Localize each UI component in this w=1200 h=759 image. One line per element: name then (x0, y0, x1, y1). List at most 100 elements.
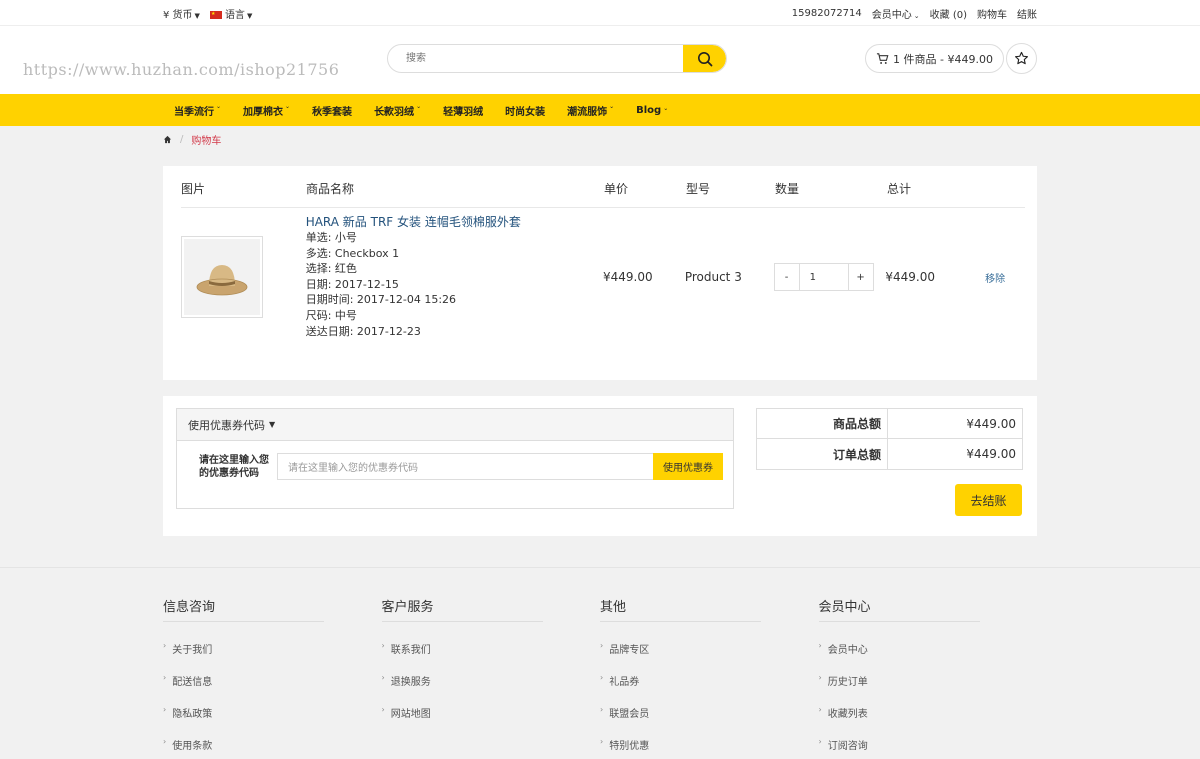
footer-heading: 其他 (600, 596, 761, 622)
footer-link[interactable]: › 特别优惠 (600, 728, 819, 759)
totals-table: 商品总额 ¥449.00 订单总额 ¥449.00 (756, 408, 1023, 470)
footer-link[interactable]: › 订阅咨询 (819, 728, 1038, 759)
chevron-right-icon: › (381, 672, 385, 682)
footer-link[interactable]: › 网站地图 (382, 696, 601, 728)
china-flag-icon (209, 10, 222, 19)
footer-link[interactable]: › 隐私政策 (163, 696, 382, 728)
qty-input[interactable]: 1 (798, 264, 849, 290)
footer-link[interactable]: › 礼品券 (600, 664, 819, 696)
product-option: 尺码: 中号 (305, 308, 357, 322)
chevron-down-icon: ⌄ (609, 102, 615, 110)
nav-item-1[interactable]: 当季流行⌄ (163, 103, 232, 118)
coupon-box: 使用优惠券代码 ▼ 请在这里输入您的优惠券代码 请在这里输入您的优惠券代码 使用优… (176, 408, 734, 509)
nav-item-5[interactable]: 轻薄羽绒 (432, 103, 494, 118)
checkout-button[interactable]: 去结账 (955, 484, 1022, 516)
footer-link[interactable]: › 使用条款 (163, 728, 382, 759)
footer-link[interactable]: › 配送信息 (163, 664, 382, 696)
coupon-input[interactable]: 请在这里输入您的优惠券代码 (277, 453, 653, 480)
subtotal-value: ¥449.00 (966, 416, 1016, 431)
unit-price: ¥449.00 (603, 270, 653, 284)
header-cart-button[interactable]: 1 件商品 - ¥449.00 (865, 44, 1004, 73)
language-selector[interactable]: 语言▼ (209, 6, 253, 21)
footer-link[interactable]: › 联盟会员 (600, 696, 819, 728)
footer-link[interactable]: › 会员中心 (819, 632, 1038, 664)
product-option: 日期时间: 2017-12-04 15:26 (305, 293, 457, 307)
currency-selector[interactable]: ¥ 货币 ▼ (163, 6, 200, 21)
footer-heading: 会员中心 (818, 596, 980, 622)
quantity-stepper: - 1 + (773, 263, 874, 291)
footer-column-info: 信息咨询 › 关于我们 › 配送信息 › 隐私政策 › 使用条款 (163, 596, 382, 759)
chevron-down-icon: ⌄ (216, 102, 222, 110)
account-menu[interactable]: 会员中心 ⌄ (872, 6, 920, 21)
breadcrumb-current[interactable]: 购物车 (191, 132, 221, 147)
wishlist-button[interactable] (1006, 43, 1037, 74)
cart-panel: 图片 商品名称 单价 型号 数量 总计 HARA 新品 TRF 女装 连帽毛领棉… (163, 166, 1037, 380)
table-row: HARA 新品 TRF 女装 连帽毛领棉服外套 单选: 小号 多选: Check… (181, 208, 1025, 340)
qty-decrease-button[interactable]: - (775, 264, 799, 290)
footer-link[interactable]: › 品牌专区 (600, 632, 819, 664)
totals: 商品总额 ¥449.00 订单总额 ¥449.00 去结账 (756, 408, 1023, 524)
coupon-label: 请在这里输入您的优惠券代码 (199, 454, 269, 479)
search-button[interactable] (683, 45, 726, 72)
table-row: 订单总额 ¥449.00 (757, 439, 1022, 469)
footer: 信息咨询 › 关于我们 › 配送信息 › 隐私政策 › 使用条款 客户服务 › 联系我们 … (0, 567, 1200, 759)
chevron-down-icon: ▼ (246, 11, 253, 20)
footer-link[interactable]: › 关于我们 (163, 632, 382, 664)
coupon-toggle[interactable]: 使用优惠券代码 ▼ (177, 409, 733, 441)
footer-column-service: 客户服务 › 联系我们 › 退换服务 › 网站地图 (381, 596, 601, 759)
chevron-right-icon: › (600, 640, 604, 650)
product-option: 单选: 小号 (305, 231, 357, 244)
order-total-label: 订单总额 (757, 439, 888, 469)
chevron-right-icon: › (600, 672, 604, 682)
hat-image (196, 265, 248, 296)
checkout-link[interactable]: 结账 (1017, 6, 1037, 21)
product-option: 送达日期: 2017-12-23 (305, 324, 421, 338)
phone-number[interactable]: 15982072714 (792, 8, 862, 19)
subtotal-label: 商品总额 (757, 409, 888, 438)
chevron-right-icon: › (818, 640, 822, 650)
top-bar: ¥ 货币▼ 语言▼ 15982072714 会员中心⌄ 收藏 (0) 购物车 结… (0, 0, 1200, 26)
search-input[interactable] (388, 45, 683, 72)
product-name-link[interactable]: HARA 新品 TRF 女装 连帽毛领棉服外套 (306, 214, 603, 230)
star-icon (1015, 51, 1028, 65)
cart-icon (876, 53, 889, 64)
search-bar (387, 44, 727, 73)
nav-item-4[interactable]: 长款羽绒⌄ (363, 103, 432, 118)
chevron-right-icon: › (600, 736, 604, 746)
footer-heading: 客户服务 (381, 596, 543, 622)
footer-column-other: 其他 › 品牌专区 › 礼品券 › 联盟会员 › 特别优惠 (600, 596, 819, 759)
chevron-right-icon: › (163, 704, 167, 714)
header: https://www.huzhan.com/ishop21756 1 件商品 … (0, 26, 1200, 94)
remove-button[interactable]: 移除 (985, 270, 1005, 285)
wishlist-link[interactable]: 收藏 (0) (930, 6, 967, 21)
product-thumbnail[interactable] (181, 236, 263, 318)
footer-link[interactable]: › 收藏列表 (819, 696, 1038, 728)
footer-link[interactable]: › 历史订单 (819, 664, 1038, 696)
cart-summary: 1 件商品 - ¥449.00 (893, 52, 993, 66)
main-nav: 当季流行⌄ 加厚棉衣⌄ 秋季套装 长款羽绒⌄ 轻薄羽绒 时尚女装 潮流服饰⌄ B… (0, 94, 1200, 126)
apply-coupon-button[interactable]: 使用优惠券 (653, 453, 723, 480)
col-image: 图片 (181, 182, 206, 196)
breadcrumb-separator: / (180, 133, 184, 145)
chevron-down-icon: ▼ (194, 11, 200, 20)
chevron-right-icon: › (381, 640, 385, 650)
nav-item-7[interactable]: 潮流服饰⌄ (556, 103, 625, 118)
cart-link[interactable]: 购物车 (977, 6, 1007, 21)
nav-item-2[interactable]: 加厚棉衣⌄ (232, 103, 301, 118)
footer-link[interactable]: › 退换服务 (382, 664, 601, 696)
caret-down-icon: ▼ (269, 420, 276, 429)
product-option: 多选: Checkbox 1 (305, 246, 400, 260)
chevron-down-icon: ⌄ (416, 102, 422, 110)
nav-item-3[interactable]: 秋季套装 (301, 103, 363, 118)
nav-item-blog[interactable]: Blog ⌄ (625, 105, 679, 116)
col-model: 型号 (686, 182, 711, 196)
col-total: 总计 (887, 182, 912, 196)
product-option: 选择: 红色 (305, 262, 357, 276)
home-icon[interactable] (163, 135, 172, 144)
col-price: 单价 (604, 182, 629, 196)
main-content: / 购物车 图片 商品名称 单价 型号 数量 总计 HARA 新品 TRF 女装… (163, 126, 1037, 536)
footer-link[interactable]: › 联系我们 (382, 632, 601, 664)
nav-item-6[interactable]: 时尚女装 (494, 103, 556, 118)
qty-increase-button[interactable]: + (849, 264, 873, 290)
line-total: ¥449.00 (885, 270, 935, 284)
